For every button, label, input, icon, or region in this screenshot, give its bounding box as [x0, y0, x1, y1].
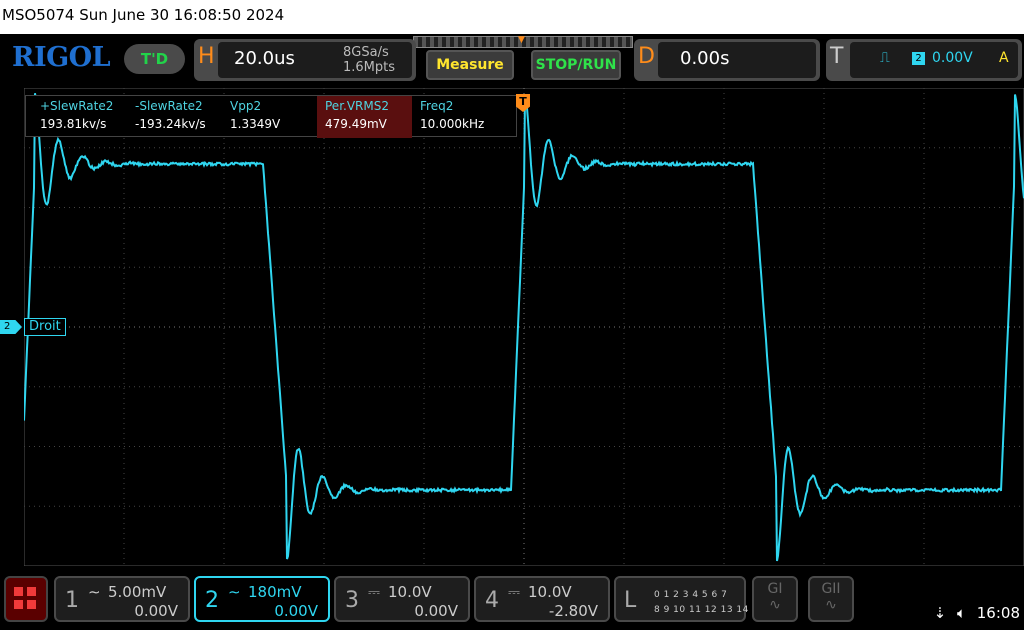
measurement-label: +SlewRate2 [40, 99, 119, 113]
delay-tag: D [638, 44, 655, 69]
channel-number: 4 [485, 588, 499, 613]
measurement-value: 10.000kHz [420, 117, 499, 131]
rising-edge-icon: ⎍ [880, 50, 890, 66]
trigger-level: 0.00V [932, 50, 973, 66]
title-bar: MSO5074 Sun June 30 16:08:50 2024 [0, 0, 1024, 34]
sample-rate: 8GSa/s [343, 45, 389, 60]
measurement-item[interactable]: +SlewRate2 193.81kv/s [32, 96, 127, 138]
logic-analyzer-button[interactable]: L 0 1 2 3 4 5 6 7 8 9 10 11 12 13 14 15 [614, 576, 746, 622]
generator-1-label: GI [768, 581, 783, 597]
measurement-label: Vpp2 [230, 99, 309, 113]
rigol-logo: RIGOL [12, 42, 110, 73]
measurement-value: 479.49mV [325, 117, 404, 131]
horizontal-panel[interactable]: H 20.0us 8GSa/s 1.6Mpts [194, 39, 416, 81]
dc-icon: ⎓ [368, 583, 380, 601]
channel-offset: -2.80V [549, 602, 598, 620]
channel-number: 1 [65, 588, 79, 613]
graticule[interactable] [24, 88, 1024, 566]
trigger-source: 2 [912, 52, 925, 65]
top-toolbar: RIGOL T'D ▼ H 20.0us 8GSa/s 1.6Mpts Meas… [0, 34, 1024, 86]
ac-tilde-icon: ∼ [228, 583, 241, 601]
channel-scale: 10.0V [528, 583, 572, 601]
status-area: ⇣ 🔈︎ 16:08 [928, 604, 1020, 622]
trigger-coupling: A [999, 50, 1009, 66]
channel-offset: 0.00V [414, 602, 458, 620]
waveform-display [24, 88, 1024, 566]
channel-1-button[interactable]: 1 ∼ 5.00mV 0.00V [54, 576, 190, 622]
horizontal-tag: H [198, 44, 215, 69]
delay-panel[interactable]: D 0.00s [634, 39, 820, 81]
measurement-item[interactable]: Freq2 10.000kHz [412, 96, 507, 138]
measurement-label: -SlewRate2 [135, 99, 214, 113]
channel-offset: 0.00V [274, 602, 318, 620]
generator-2-button[interactable]: GII ∿ [808, 576, 854, 622]
channel-scale: 10.0V [388, 583, 432, 601]
memory-position-marker-icon: ▼ [518, 35, 525, 45]
channel-scale: 5.00mV [108, 583, 166, 601]
sine-wave-icon: ∿ [769, 597, 781, 613]
channel-3-button[interactable]: 3 ⎓ 10.0V 0.00V [334, 576, 470, 622]
measurement-value: 193.81kv/s [40, 117, 119, 131]
logic-channels-row2: 8 9 10 11 12 13 14 15 [654, 605, 765, 615]
stop-run-button[interactable]: STOP/RUN [531, 50, 621, 80]
measurement-item[interactable]: Vpp2 1.3349V [222, 96, 317, 138]
measurement-label: Freq2 [420, 99, 499, 113]
dc-icon: ⎓ [508, 583, 520, 601]
timebase-value: 20.0us [234, 48, 295, 69]
logic-label: L [624, 588, 636, 613]
ac-tilde-icon: ∼ [88, 583, 101, 601]
measurement-table: +SlewRate2 193.81kv/s -SlewRate2 -193.24kv/… [25, 95, 517, 137]
channel-offset: 0.00V [134, 602, 178, 620]
trigger-status-indicator: T'D [124, 44, 185, 74]
sine-wave-icon: ∿ [825, 597, 837, 613]
logic-channels-row1: 0 1 2 3 4 5 6 7 [654, 590, 727, 600]
generator-2-label: GII [821, 581, 840, 597]
delay-value: 0.00s [680, 48, 729, 69]
bottom-bar: 1 ∼ 5.00mV 0.00V 2 ∼ 180mV 0.00V 3 ⎓ 10.0V 0.00V 4 ⎓ 1… [0, 572, 1024, 630]
channel-2-button[interactable]: 2 ∼ 180mV 0.00V [194, 576, 330, 622]
channel-scale: 180mV [248, 583, 302, 601]
channel-2-label[interactable]: Droit [24, 318, 66, 336]
channel-number: 3 [345, 588, 359, 613]
speaker-muted-icon[interactable]: 🔈︎ [957, 604, 966, 622]
measurement-value: -193.24kv/s [135, 117, 214, 131]
main-menu-button[interactable] [4, 576, 48, 622]
trigger-panel[interactable]: T ⎍ 2 0.00V A [826, 39, 1022, 81]
generator-1-button[interactable]: GI ∿ [752, 576, 798, 622]
measurement-label: Per.VRMS2 [325, 99, 404, 113]
measurement-item[interactable]: -SlewRate2 -193.24kv/s [127, 96, 222, 138]
measurement-value: 1.3349V [230, 117, 309, 131]
measurement-item[interactable]: Per.VRMS2 479.49mV [317, 96, 412, 138]
usb-icon[interactable]: ⇣ [934, 604, 947, 622]
channel-4-button[interactable]: 4 ⎓ 10.0V -2.80V [474, 576, 610, 622]
measure-button[interactable]: Measure [426, 50, 514, 80]
clock-time: 16:08 [977, 604, 1020, 622]
trigger-tag: T [830, 44, 843, 69]
channel-number: 2 [205, 588, 219, 613]
title-text: MSO5074 Sun June 30 16:08:50 2024 [2, 6, 284, 24]
memory-depth: 1.6Mpts [343, 60, 395, 75]
channel-2-ground-marker[interactable]: 2 [0, 320, 22, 334]
